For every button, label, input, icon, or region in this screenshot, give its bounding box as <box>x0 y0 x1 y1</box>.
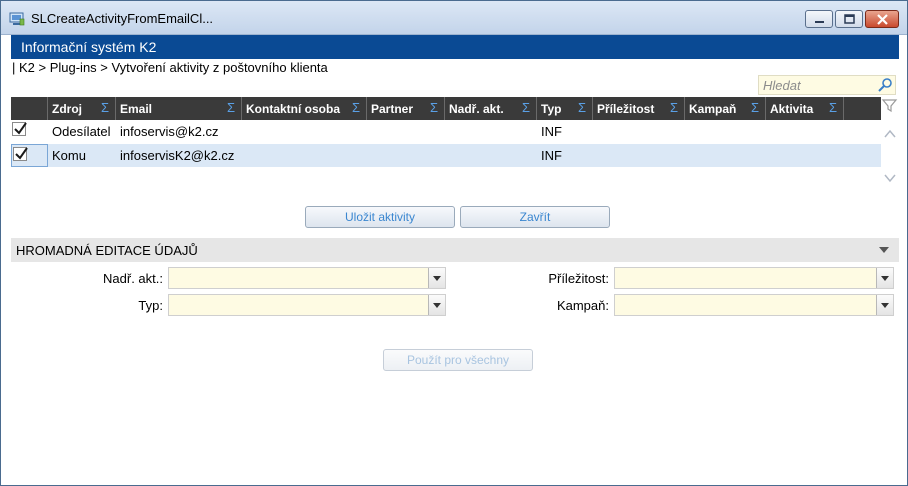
row-check-cell[interactable] <box>11 144 48 167</box>
app-header-title: Informační systém K2 <box>21 39 157 55</box>
sum-icon[interactable]: Σ <box>670 100 678 115</box>
app-header: Informační systém K2 <box>11 35 899 59</box>
chevron-down-icon[interactable] <box>876 295 893 315</box>
close-button[interactable]: Zavřít <box>460 206 610 228</box>
row-checkbox[interactable] <box>13 147 28 161</box>
close-window-button[interactable] <box>865 10 899 28</box>
maximize-button[interactable] <box>835 10 863 28</box>
column-header-zdroj[interactable]: Zdroj Σ <box>48 97 116 120</box>
sum-icon[interactable]: Σ <box>751 100 759 115</box>
activities-grid: Zdroj Σ Email Σ Kontaktní osoba Σ Partner Σ … <box>11 97 881 191</box>
column-header-kampan[interactable]: Kampaň Σ <box>685 97 766 120</box>
chevron-down-icon[interactable] <box>882 171 898 185</box>
column-label: Příležitost <box>597 102 655 116</box>
column-label: Aktivita <box>770 102 814 116</box>
column-header-check[interactable] <box>11 97 48 120</box>
checkmark-icon <box>14 122 27 135</box>
kampan-combo[interactable] <box>614 294 894 316</box>
prilezitost-combo[interactable] <box>614 267 894 289</box>
column-header-prilezitost[interactable]: Příležitost Σ <box>593 97 685 120</box>
column-header-typ[interactable]: Typ Σ <box>537 97 593 120</box>
save-activities-button[interactable]: Uložit aktivity <box>305 206 455 228</box>
row-checkbox[interactable] <box>12 122 27 136</box>
bulk-edit-section-header[interactable]: HROMADNÁ EDITACE ÚDAJŮ <box>11 238 899 262</box>
cell-typ[interactable]: INF <box>537 144 593 167</box>
sum-icon[interactable]: Σ <box>227 100 235 115</box>
cell-zdroj[interactable]: Odesílatel <box>48 120 116 143</box>
collapse-arrow-icon[interactable] <box>879 247 889 253</box>
minimize-icon <box>815 21 824 23</box>
sum-icon[interactable]: Σ <box>101 100 109 115</box>
sum-icon[interactable]: Σ <box>430 100 438 115</box>
sum-icon[interactable]: Σ <box>522 100 530 115</box>
sum-icon[interactable]: Σ <box>829 100 837 115</box>
column-label: Kontaktní osoba <box>246 102 341 116</box>
column-label: Email <box>120 102 153 116</box>
cell-typ[interactable]: INF <box>537 120 593 143</box>
chevron-down-icon[interactable] <box>428 295 445 315</box>
search-icon[interactable] <box>877 77 893 93</box>
sum-icon[interactable]: Σ <box>578 100 586 115</box>
apply-to-all-button[interactable]: Použít pro všechny <box>383 349 533 371</box>
app-window: SLCreateActivityFromEmailCl... Informačn… <box>0 0 908 486</box>
table-row[interactable]: Komu infoservisK2@k2.cz INF <box>11 144 881 167</box>
column-label: Kampaň <box>689 102 737 116</box>
nadr-akt-combo[interactable] <box>168 267 446 289</box>
breadcrumb: | K2 > Plug-ins > Vytvoření aktivity z p… <box>12 60 328 75</box>
column-header-kontaktni-osoba[interactable]: Kontaktní osoba Σ <box>242 97 367 120</box>
chevron-down-icon[interactable] <box>876 268 893 288</box>
chevron-up-icon[interactable] <box>882 127 898 141</box>
column-label: Typ <box>541 102 562 116</box>
table-row[interactable]: Odesílatel infoservis@k2.cz INF <box>11 120 881 143</box>
title-bar[interactable]: SLCreateActivityFromEmailCl... <box>1 1 907 35</box>
column-header-partner[interactable]: Partner Σ <box>367 97 445 120</box>
grid-header: Zdroj Σ Email Σ Kontaktní osoba Σ Partner Σ … <box>11 97 881 120</box>
maximize-icon <box>844 14 855 24</box>
cell-zdroj[interactable]: Komu <box>48 144 116 167</box>
cell-email[interactable]: infoservisK2@k2.cz <box>116 144 242 167</box>
minimize-button[interactable] <box>805 10 833 28</box>
grid-scrollbar[interactable] <box>881 97 898 191</box>
filter-icon[interactable] <box>881 97 898 114</box>
row-check-cell[interactable] <box>11 120 48 143</box>
column-label: Zdroj <box>52 102 82 116</box>
prilezitost-label: Příležitost: <box>548 271 609 286</box>
column-label: Nadř. akt. <box>449 102 504 116</box>
search-input[interactable]: Hledat <box>758 75 896 95</box>
column-header-nadr-akt[interactable]: Nadř. akt. Σ <box>445 97 537 120</box>
typ-combo[interactable] <box>168 294 446 316</box>
column-header-email[interactable]: Email Σ <box>116 97 242 120</box>
kampan-label: Kampaň: <box>556 298 609 313</box>
sum-icon[interactable]: Σ <box>352 100 360 115</box>
checkmark-icon <box>15 147 28 160</box>
nadr-akt-label: Nadř. akt.: <box>103 271 163 286</box>
cell-email[interactable]: infoservis@k2.cz <box>116 120 242 143</box>
typ-label: Typ: <box>138 298 163 313</box>
section-title: HROMADNÁ EDITACE ÚDAJŮ <box>16 243 198 258</box>
chevron-down-icon[interactable] <box>428 268 445 288</box>
search-placeholder: Hledat <box>763 78 801 93</box>
window-title: SLCreateActivityFromEmailCl... <box>31 11 214 26</box>
column-header-aktivita[interactable]: Aktivita Σ <box>766 97 844 120</box>
app-icon <box>9 12 25 26</box>
close-icon <box>877 14 888 25</box>
column-label: Partner <box>371 102 414 116</box>
